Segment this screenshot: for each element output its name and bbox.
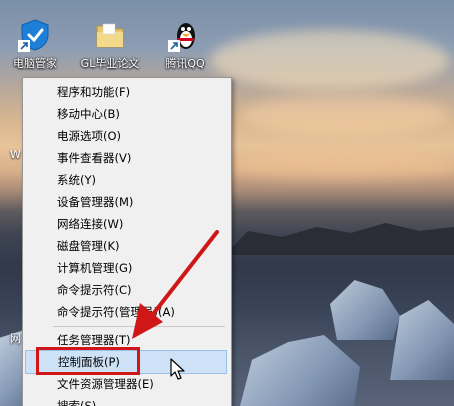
menu-item-disk-management[interactable]: 磁盘管理(K) (25, 235, 227, 257)
menu-item-command-prompt-admin[interactable]: 命令提示符(管理员)(A) (25, 301, 227, 323)
menu-item-system[interactable]: 系统(Y) (25, 169, 227, 191)
menu-item-event-viewer[interactable]: 事件查看器(V) (25, 147, 227, 169)
desktop-partial-label: W (10, 148, 21, 161)
mouse-cursor-icon (170, 358, 185, 380)
desktop-icon-label: 电脑管家 (13, 57, 57, 70)
menu-separator (53, 326, 225, 327)
highlight-callout-box (36, 347, 140, 375)
menu-item-programs-features[interactable]: 程序和功能(F) (25, 81, 227, 103)
desktop-icon-label: 腾讯QQ (165, 57, 205, 70)
sky-cloud (240, 95, 450, 135)
menu-item-search[interactable]: 搜索(S) (25, 395, 227, 406)
ice-chunk (240, 335, 360, 406)
ice-chunk (390, 300, 454, 380)
menu-item-file-explorer[interactable]: 文件资源管理器(E) (25, 373, 227, 395)
menu-item-command-prompt[interactable]: 命令提示符(C) (25, 279, 227, 301)
folder-icon (96, 23, 124, 48)
sky-cloud (230, 150, 454, 180)
desktop-icon-pc-manager[interactable]: 电脑管家 (3, 18, 67, 71)
menu-item-device-manager[interactable]: 设备管理器(M) (25, 191, 227, 213)
menu-item-computer-management[interactable]: 计算机管理(G) (25, 257, 227, 279)
menu-item-mobility-center[interactable]: 移动中心(B) (25, 103, 227, 125)
ice-chunk (330, 280, 400, 340)
tencent-pc-manager-icon (18, 19, 49, 52)
qq-penguin-icon (168, 23, 195, 52)
sky-cloud (210, 30, 450, 90)
menu-item-power-options[interactable]: 电源选项(O) (25, 125, 227, 147)
desktop: 电脑管家 GL毕业论文 腾讯QQ W 网 程序和功能(F) 移动中心(B) 电源… (0, 0, 454, 406)
desktop-partial-label: 网 (10, 332, 21, 345)
menu-item-network-connections[interactable]: 网络连接(W) (25, 213, 227, 235)
desktop-icon-label: GL毕业论文 (80, 57, 140, 70)
desktop-icon-qq[interactable]: 腾讯QQ (153, 18, 217, 71)
distant-hills (225, 223, 454, 255)
desktop-icon-folder[interactable]: GL毕业论文 (78, 18, 142, 71)
